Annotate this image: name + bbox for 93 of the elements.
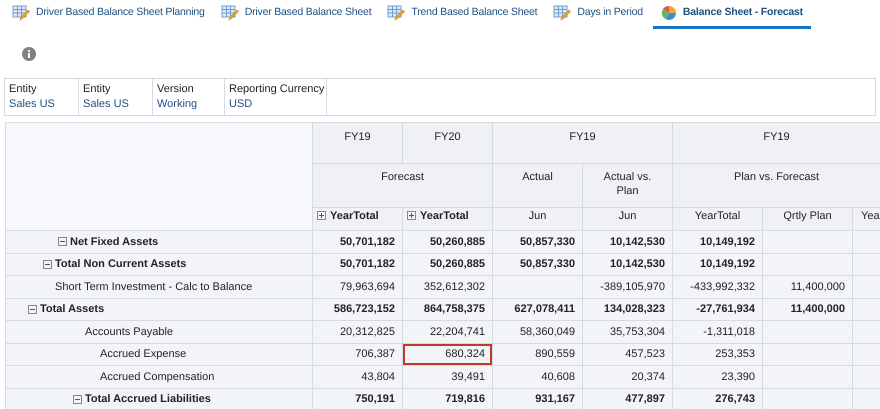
pov-member: Sales US [83, 97, 130, 112]
scenario-header: Forecast [380, 170, 425, 184]
pov-selector[interactable]: Reporting Currency USD [225, 79, 327, 115]
value-cell[interactable]: 680,324 [403, 344, 492, 365]
value-cell[interactable]: 864,758,375 [403, 298, 492, 320]
value-cell[interactable]: 750,191 [313, 388, 402, 409]
value-cell[interactable]: 79,963,694 [313, 276, 402, 298]
info-icon[interactable] [22, 46, 36, 60]
spreadsheet-pencil-icon [387, 5, 406, 21]
value-cell[interactable]: 931,167 [493, 388, 582, 409]
value-cell[interactable]: -433,992,332 [673, 276, 762, 298]
period-header: Yea [861, 209, 880, 224]
value-cell[interactable]: 22,204,741 [403, 321, 492, 342]
row-label: Accounts Payable [85, 324, 174, 340]
value-cell[interactable]: 58,360,049 [493, 321, 582, 342]
pov-dimension: Reporting Currency [229, 82, 322, 97]
pov-member: USD [229, 97, 254, 112]
spreadsheet-pencil-icon [220, 5, 239, 21]
scenario-header: Actual [521, 170, 554, 184]
value-cell[interactable]: 253,353 [673, 344, 762, 365]
value-cell[interactable]: 276,743 [673, 388, 762, 409]
value-cell[interactable]: 10,142,530 [583, 254, 672, 275]
row-label: Short Term Investment - Calc to Balance [55, 280, 252, 294]
year-header: FY19 [762, 130, 791, 145]
value-cell[interactable]: 11,400,000 [763, 298, 852, 320]
value-cell[interactable]: -1,311,018 [673, 321, 762, 342]
value-cell[interactable]: 457,523 [583, 344, 672, 365]
expand-toggle-icon[interactable] [407, 211, 416, 220]
pov-dimension: Entity [83, 82, 112, 97]
spreadsheet-pencil-icon [553, 5, 572, 21]
value-cell[interactable]: 50,857,330 [493, 254, 582, 275]
tab[interactable]: Driver Based Balance Sheet [218, 0, 374, 29]
value-cell[interactable]: 10,149,192 [673, 254, 762, 275]
year-header: FY20 [433, 130, 462, 145]
value-cell[interactable]: 719,816 [403, 388, 492, 409]
row-label: Total Non Current Assets [55, 257, 186, 272]
value-cell[interactable]: 20,312,825 [313, 321, 402, 342]
value-cell[interactable]: -27,761,934 [673, 298, 762, 320]
value-cell[interactable]: 11,400,000 [763, 276, 852, 298]
year-header: FY19 [343, 130, 372, 145]
collapse-toggle-icon[interactable] [73, 394, 82, 404]
row-label: Accrued Compensation [100, 370, 214, 384]
pov-dimension: Entity [9, 82, 38, 97]
value-cell[interactable]: 627,078,411 [493, 298, 582, 320]
row-label: Accrued Expense [100, 347, 186, 362]
collapse-toggle-icon[interactable] [28, 304, 37, 314]
row-label: Net Fixed Assets [70, 234, 158, 250]
period-header: YearTotal [420, 209, 469, 224]
period-header: Qrtly Plan [783, 209, 832, 224]
value-cell[interactable]: 134,028,323 [583, 298, 672, 320]
value-cell[interactable]: 50,260,885 [403, 231, 492, 252]
value-cell[interactable]: 352,612,302 [403, 276, 492, 298]
value-cell[interactable]: 50,701,182 [313, 231, 402, 252]
value-cell[interactable]: 40,608 [493, 366, 582, 388]
period-header: YearTotal [694, 209, 740, 224]
year-header: FY19 [568, 130, 597, 145]
period-header: Jun [618, 209, 636, 224]
value-cell[interactable]: 477,897 [583, 388, 672, 409]
pov-member: Sales US [9, 97, 56, 112]
tab[interactable]: Driver Based Balance Sheet Planning [10, 0, 207, 29]
tab[interactable]: Balance Sheet - Forecast [652, 0, 811, 29]
scenario-header: Plan vs. Forecast [733, 170, 820, 184]
value-cell[interactable]: 890,559 [493, 344, 582, 365]
pov-selector[interactable]: Version Working [153, 79, 225, 115]
value-cell[interactable]: 586,723,152 [313, 298, 402, 320]
value-cell[interactable]: -389,105,970 [583, 276, 672, 298]
value-cell[interactable]: 50,857,330 [493, 231, 582, 252]
value-cell[interactable]: 50,260,885 [403, 254, 492, 275]
expand-toggle-icon[interactable] [317, 211, 326, 220]
pie-chart-icon [660, 5, 677, 21]
value-cell[interactable]: 43,804 [313, 366, 402, 388]
value-cell[interactable]: 20,374 [583, 366, 672, 388]
tab[interactable]: Trend Based Balance Sheet [385, 0, 540, 29]
value-cell[interactable]: 50,701,182 [313, 254, 402, 275]
value-cell[interactable]: 23,390 [673, 366, 762, 388]
pov-selector[interactable]: Entity Sales US [5, 79, 79, 115]
row-label: Total Assets [40, 302, 104, 317]
pov-dimension: Version [157, 82, 195, 97]
scenario-header: Actual vs. Plan [602, 170, 652, 198]
pov-selector[interactable]: Entity Sales US [79, 79, 153, 115]
value-cell[interactable]: 35,753,304 [583, 321, 672, 342]
spreadsheet-pencil-icon [12, 5, 30, 21]
value-cell[interactable]: 706,387 [313, 344, 402, 365]
pov-member: Working [157, 97, 198, 112]
period-header: Jun [528, 209, 546, 224]
tab[interactable]: Days in Period [551, 0, 645, 29]
collapse-toggle-icon[interactable] [43, 260, 52, 269]
period-header: YearTotal [330, 209, 379, 224]
value-cell[interactable]: 10,149,192 [673, 231, 762, 252]
value-cell[interactable]: 39,491 [403, 366, 492, 388]
value-cell[interactable]: 10,142,530 [583, 231, 672, 252]
row-label: Total Accrued Liabilities [85, 392, 211, 407]
collapse-toggle-icon[interactable] [58, 237, 67, 246]
